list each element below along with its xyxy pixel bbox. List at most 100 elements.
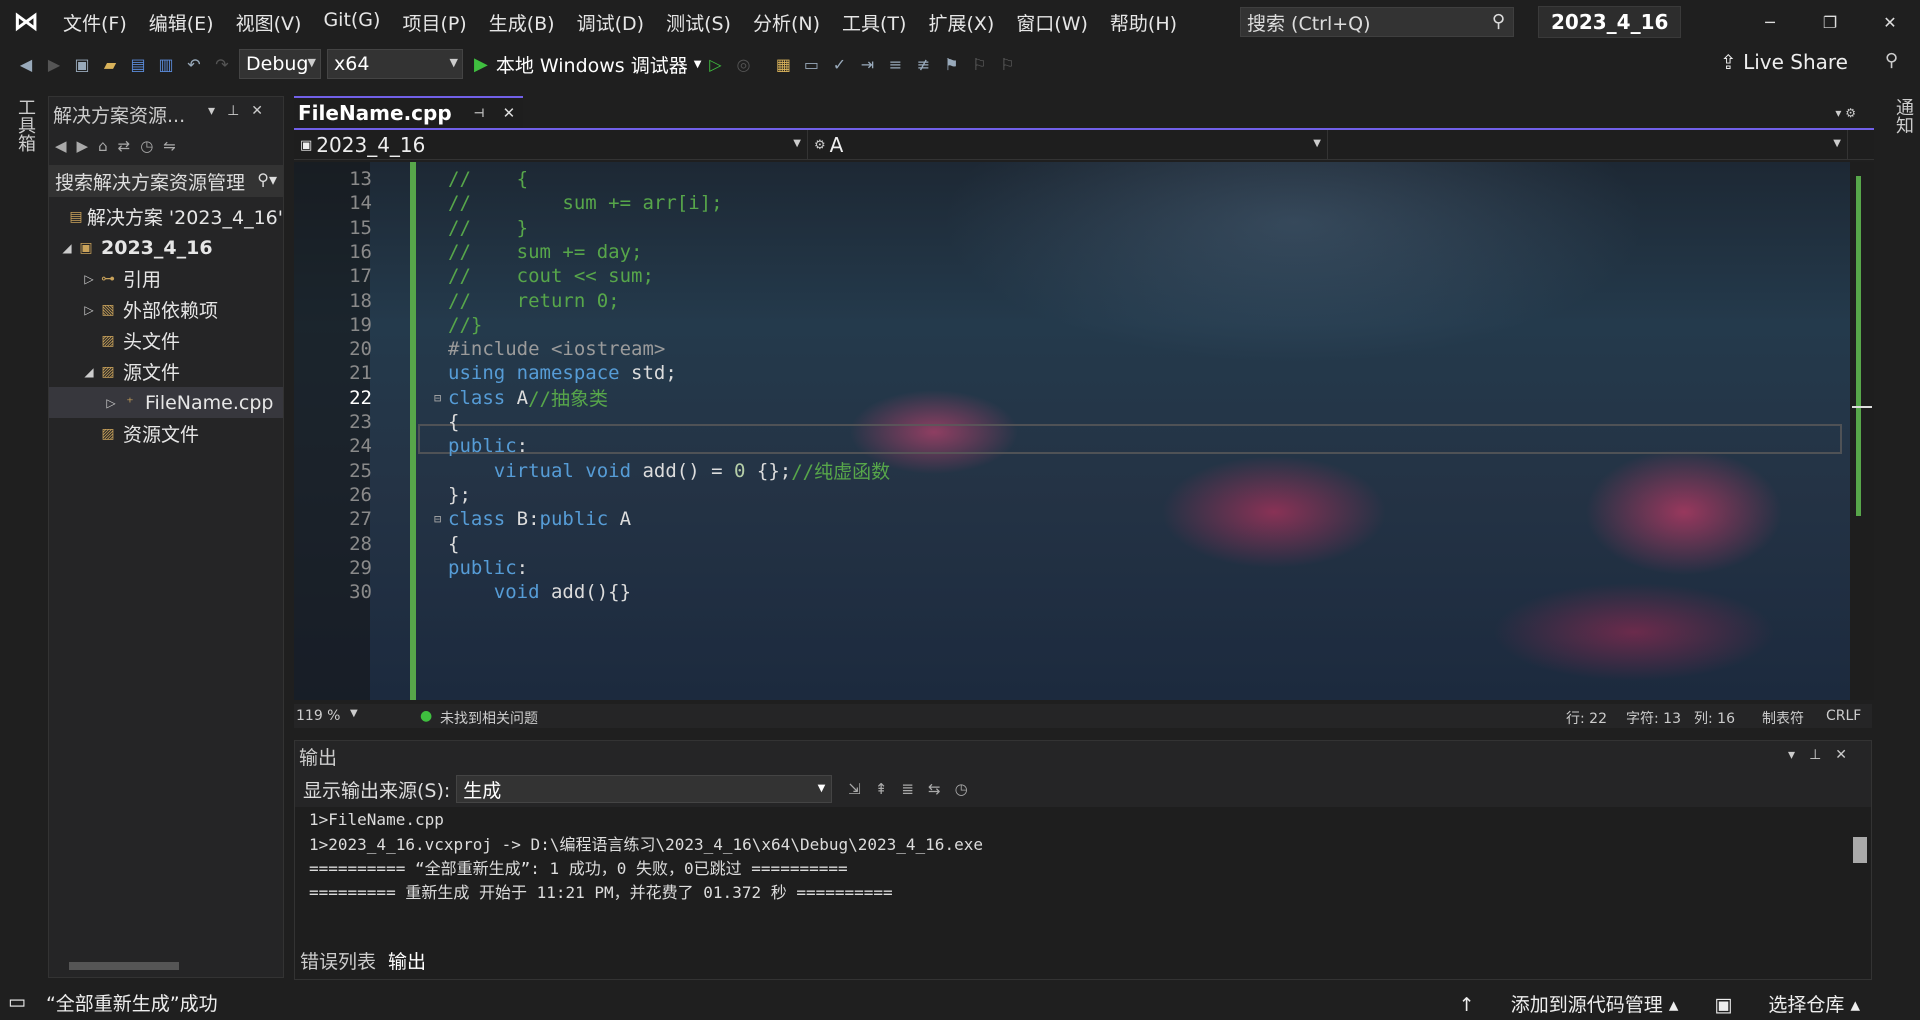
switch-views-icon[interactable]: ⇄: [118, 137, 131, 155]
panel-controls[interactable]: ▾⊥✕: [208, 103, 275, 119]
step-icon[interactable]: ⇥: [855, 52, 879, 76]
menu-item[interactable]: 分析(N): [742, 9, 831, 36]
feedback-icon[interactable]: ⚲: [1885, 50, 1898, 71]
expander-icon[interactable]: ▷: [103, 396, 119, 410]
sync-icon[interactable]: ⇋: [163, 137, 176, 155]
menu-item[interactable]: 测试(S): [655, 9, 742, 36]
layout-icon[interactable]: ▭: [799, 52, 823, 76]
fold-icon[interactable]: ⊟: [434, 391, 448, 405]
history-icon[interactable]: ◷: [140, 137, 153, 155]
next-bookmark-icon[interactable]: ⚐: [995, 52, 1019, 76]
output-text[interactable]: 1>FileName.cpp 1>2023_4_16.vcxproj -> D:\…: [295, 807, 1851, 943]
bottom-tab[interactable]: 输出: [382, 944, 433, 976]
notifications-tab[interactable]: 通知: [1890, 98, 1916, 134]
scrollbar-thumb[interactable]: [69, 962, 179, 970]
minimize-button[interactable]: ─: [1740, 0, 1800, 44]
select-repository[interactable]: ▣ 选择仓库 ▴: [1714, 994, 1860, 1016]
expander-icon[interactable]: ◢: [59, 241, 75, 255]
tabs-indicator[interactable]: 制表符: [1762, 708, 1804, 728]
search-box[interactable]: 搜索 (Ctrl+Q) ⚲: [1240, 7, 1514, 37]
scope-nav-combo[interactable]: ⚙ A ▼: [808, 130, 1328, 160]
redo-icon[interactable]: ↷: [210, 52, 234, 76]
editor-vertical-scrollbar[interactable]: [1850, 162, 1874, 700]
tree-item[interactable]: ▷ ⁺ FileName.cpp: [49, 387, 283, 418]
notification-icon[interactable]: ▭: [8, 991, 26, 1013]
tab-overflow-icon[interactable]: ▾ ⚙: [1835, 106, 1856, 120]
project-nav-combo[interactable]: ▣ 2023_4_16 ▼: [294, 130, 808, 160]
tree-item[interactable]: ◢ ▣ 2023_4_16: [49, 232, 283, 263]
open-folder-icon[interactable]: ▰: [98, 52, 122, 76]
expander-icon[interactable]: ▷: [81, 303, 97, 317]
save-all-icon[interactable]: ▥: [154, 52, 178, 76]
forward-icon[interactable]: ▶: [77, 137, 89, 155]
expander-icon[interactable]: ▷: [81, 272, 97, 286]
output-source-select[interactable]: 生成 ▼: [456, 775, 833, 803]
menu-item[interactable]: 视图(V): [225, 9, 313, 36]
menu-item[interactable]: 项目(P): [391, 9, 477, 36]
back-icon[interactable]: ◀: [14, 52, 38, 76]
new-project-icon[interactable]: ▣: [70, 52, 94, 76]
menu-item[interactable]: 扩展(X): [917, 9, 1005, 36]
tab-filename-cpp[interactable]: FileName.cpp ⊣ ✕: [294, 96, 524, 128]
fold-icon[interactable]: ⊟: [434, 512, 448, 526]
menu-item[interactable]: 编辑(E): [138, 9, 225, 36]
tree-item[interactable]: ▨ 头文件: [49, 325, 283, 356]
browse-icon[interactable]: ▦: [771, 52, 795, 76]
line-number: 29: [349, 556, 372, 579]
standard-toolbar: ◀ ▶ ▣ ▰ ▤ ▥ ↶ ↷ Debug ▼ x64 ▼ ▶ 本地 Windows …: [0, 44, 1920, 84]
menu-item[interactable]: 生成(B): [478, 9, 566, 36]
member-nav-combo[interactable]: ▼: [1328, 130, 1848, 160]
code-area[interactable]: 13 // {14 // sum += arr[i]; 15 // } 16 // sum …: [294, 162, 1850, 700]
tree-item[interactable]: ◢ ▨ 源文件: [49, 356, 283, 387]
start-without-debug-icon[interactable]: ▷: [703, 52, 727, 76]
menu-item[interactable]: 文件(F): [52, 9, 138, 36]
menu-item[interactable]: 帮助(H): [1099, 9, 1188, 36]
panel-controls[interactable]: ▾⊥✕: [1788, 747, 1861, 763]
hot-reload-icon[interactable]: ◎: [731, 52, 755, 76]
comment-icon[interactable]: ≡: [883, 52, 907, 76]
tree-item[interactable]: ▷ ⊶ 引用: [49, 263, 283, 294]
menu-item[interactable]: Git(G): [312, 9, 391, 36]
chevron-down-icon[interactable]: ▼: [350, 708, 358, 719]
start-debug-button[interactable]: ▶ 本地 Windows 调试器 ▼: [474, 51, 701, 78]
prev-bookmark-icon[interactable]: ⚐: [967, 52, 991, 76]
menu-item[interactable]: 工具(T): [831, 9, 917, 36]
tree-item[interactable]: ▷ ▧ 外部依赖项: [49, 294, 283, 325]
add-to-source-control[interactable]: ↑ 添加到源代码管理 ▴: [1459, 994, 1679, 1016]
output-vertical-scrollbar[interactable]: [1849, 807, 1871, 937]
output-tools[interactable]: ⇲⇞≣⇆◷: [848, 780, 981, 798]
back-icon[interactable]: ◀: [55, 137, 67, 155]
home-icon[interactable]: ⌂: [98, 137, 108, 155]
menu-item[interactable]: 调试(D): [566, 9, 655, 36]
issues-status[interactable]: 未找到相关问题: [440, 708, 538, 728]
undo-icon[interactable]: ↶: [182, 52, 206, 76]
tab-label: FileName.cpp: [298, 101, 452, 125]
bottom-tab[interactable]: 错误列表: [294, 944, 382, 976]
spellcheck-icon[interactable]: ✓: [827, 52, 851, 76]
menu-item[interactable]: 窗口(W): [1005, 9, 1099, 36]
tree-item[interactable]: ▤ 解决方案 '2023_4_16': [49, 201, 283, 232]
live-share-button[interactable]: ⇪ Live Share: [1720, 50, 1848, 74]
scrollbar-thumb[interactable]: [1853, 837, 1867, 863]
tree-item[interactable]: ▨ 资源文件: [49, 418, 283, 449]
zoom-level[interactable]: 119 %: [296, 708, 340, 724]
close-icon[interactable]: ✕: [503, 104, 516, 122]
save-icon[interactable]: ▤: [126, 52, 150, 76]
bookmark-icon[interactable]: ⚑: [939, 52, 963, 76]
code-token: A: [516, 386, 529, 409]
tree-item-label: 2023_4_16: [101, 236, 213, 259]
horizontal-scrollbar[interactable]: [49, 955, 283, 977]
close-window-button[interactable]: ✕: [1860, 0, 1920, 44]
forward-icon[interactable]: ▶: [42, 52, 66, 76]
uncomment-icon[interactable]: ≢: [911, 52, 935, 76]
search-placeholder: 搜索 (Ctrl+Q): [1247, 12, 1371, 35]
pin-icon[interactable]: ⊣: [474, 106, 485, 120]
eol-indicator[interactable]: CRLF: [1826, 708, 1861, 724]
toolbox-tab[interactable]: 工具箱: [12, 98, 38, 152]
config-select[interactable]: Debug ▼: [239, 49, 321, 79]
restore-button[interactable]: ❐: [1800, 0, 1860, 44]
expander-icon[interactable]: ◢: [81, 365, 97, 379]
line-number: 24: [349, 435, 372, 458]
solution-search-input[interactable]: 搜索解决方案资源管理 ⚲▾: [49, 165, 283, 197]
platform-select[interactable]: x64 ▼: [327, 49, 463, 79]
